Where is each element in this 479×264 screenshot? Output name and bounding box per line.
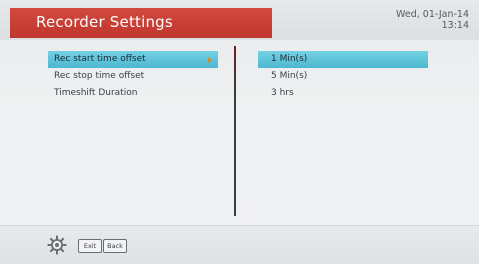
exit-button[interactable]: Exit: [78, 239, 102, 253]
clock: Wed, 01-Jan-14 13:14: [396, 9, 469, 31]
menu-item-label: Rec start time offset: [54, 54, 146, 64]
menu-item-rec-start-offset[interactable]: Rec start time offset: [48, 51, 218, 68]
chevron-right-icon: [208, 57, 212, 63]
menu-item-label: Rec stop time offset: [54, 71, 145, 81]
panel-divider: [234, 46, 236, 216]
settings-values: 1 Min(s) 5 Min(s) 3 hrs: [258, 51, 428, 102]
recorder-settings-screen: Recorder Settings Wed, 01-Jan-14 13:14 R…: [0, 0, 479, 264]
value-timeshift-duration[interactable]: 3 hrs: [258, 85, 428, 102]
value-rec-stop-offset[interactable]: 5 Min(s): [258, 68, 428, 85]
menu-item-label: Timeshift Duration: [54, 88, 138, 98]
footer-bar: [0, 226, 479, 264]
settings-menu: Rec start time offset Rec stop time offs…: [48, 51, 218, 102]
menu-item-rec-stop-offset[interactable]: Rec stop time offset: [48, 68, 218, 85]
time-text: 13:14: [441, 20, 469, 31]
value-rec-start-offset[interactable]: 1 Min(s): [258, 51, 428, 68]
date-text: Wed, 01-Jan-14: [396, 9, 469, 20]
menu-item-timeshift-duration[interactable]: Timeshift Duration: [48, 85, 218, 102]
back-button[interactable]: Back: [103, 239, 127, 253]
page-title: Recorder Settings: [36, 13, 173, 31]
gear-icon[interactable]: [47, 235, 67, 255]
